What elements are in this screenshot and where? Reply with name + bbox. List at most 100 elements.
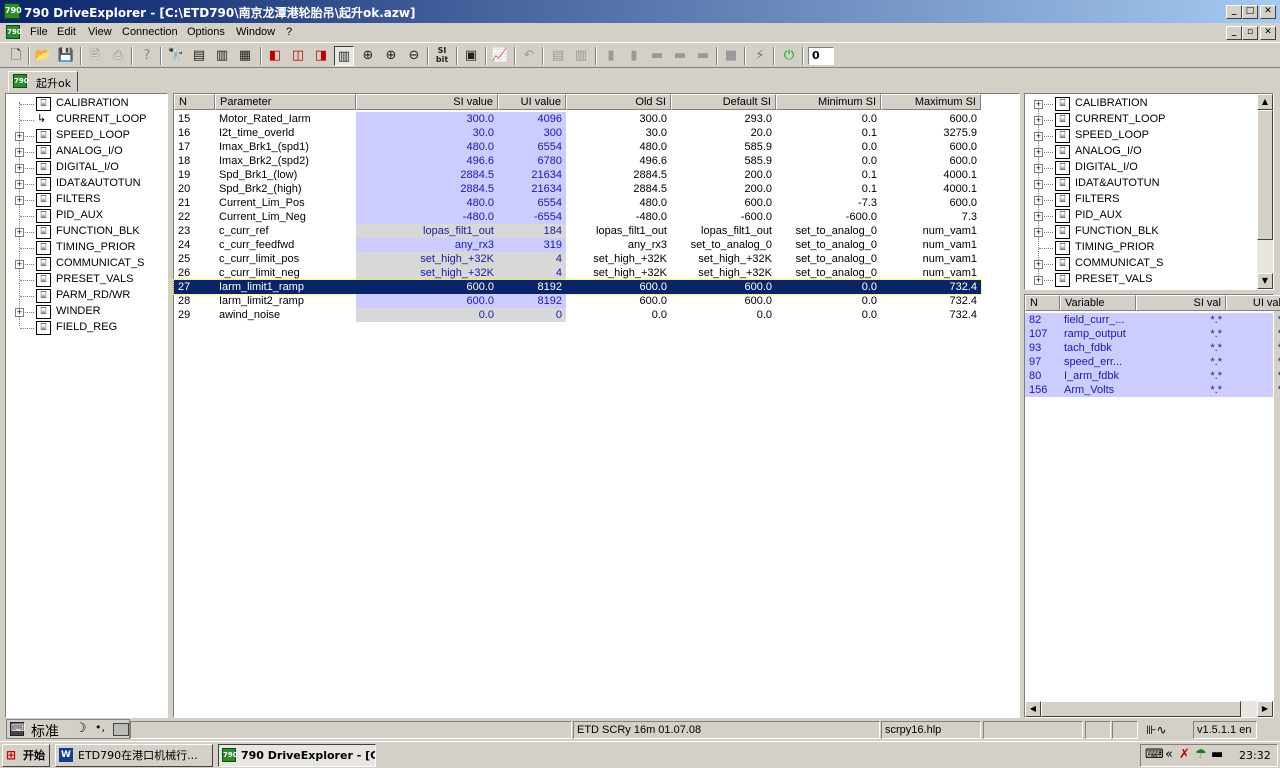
tree-item-function-blk[interactable]: + ⌸ FUNCTION_BLK <box>6 224 166 240</box>
undo-icon[interactable]: ↶ <box>519 46 539 66</box>
tree-item-idat-autotun[interactable]: + ⌸ IDAT&AUTOTUN <box>6 176 166 192</box>
help-icon[interactable]: ? <box>137 46 157 66</box>
tree-item-analog-i-o[interactable]: + ⌸ ANALOG_I/O <box>6 144 166 160</box>
ime-punct-icon[interactable]: •, <box>95 721 105 734</box>
cell-si[interactable]: any_rx3 <box>356 238 498 252</box>
cell-si[interactable]: 600.0 <box>356 294 498 308</box>
table-row[interactable]: 107 ramp_output *.* * <box>1025 327 1280 341</box>
mdi-close-button[interactable]: ✕ <box>1260 26 1276 40</box>
expand-icon[interactable]: + <box>1034 260 1043 269</box>
tree-item-current-loop[interactable]: ↳ CURRENT_LOOP <box>6 112 166 128</box>
zoom-out-icon[interactable]: ⊖ <box>404 46 424 66</box>
table-row[interactable]: 97 speed_err... *.* * <box>1025 355 1280 369</box>
rtree-item-digital-i-o[interactable]: + ⌸ DIGITAL_I/O <box>1025 160 1255 176</box>
table-row[interactable]: 28 Iarm_limit2_ramp 600.0 8192 600.0 600.0 0.0… <box>174 294 981 308</box>
column-header-si-value[interactable]: SI value <box>356 94 498 110</box>
expand-icon[interactable]: + <box>15 164 24 173</box>
display-icon[interactable]: ▬ <box>1211 747 1223 762</box>
rtree-item-idat-autotun[interactable]: + ⌸ IDAT&AUTOTUN <box>1025 176 1255 192</box>
expand-icon[interactable]: + <box>15 180 24 189</box>
cell-ui[interactable]: 8192 <box>498 294 566 308</box>
tree-item-speed-loop[interactable]: + ⌸ SPEED_LOOP <box>6 128 166 144</box>
cell-si[interactable]: 2884.5 <box>356 182 498 196</box>
cell-ui[interactable]: 4 <box>498 266 566 280</box>
expand-icon[interactable]: + <box>1034 276 1043 285</box>
table-row[interactable]: 21 Current_Lim_Pos 480.0 6554 480.0 600.0 -7.3… <box>174 196 981 210</box>
zoom-icon[interactable]: ⊕ <box>358 46 378 66</box>
expand-icon[interactable]: + <box>1034 164 1043 173</box>
menu-help[interactable]: ? <box>286 26 292 38</box>
table-row[interactable]: 22 Current_Lim_Neg -480.0 -6554 -480.0 -600.0… <box>174 210 981 224</box>
table-row[interactable]: 156 Arm_Volts *.* * <box>1025 383 1280 397</box>
close-button[interactable]: ✕ <box>1260 5 1276 19</box>
power-icon[interactable]: ⏻ <box>779 46 799 66</box>
table-row[interactable]: 19 Spd_Brk1_(low) 2884.5 21634 2884.5 200.0 0.… <box>174 168 981 182</box>
table-row[interactable]: 29 awind_noise 0.0 0 0.0 0.0 0.0 732.4 <box>174 308 981 322</box>
column-header-default-si[interactable]: Default SI <box>671 94 776 110</box>
new-file-icon[interactable]: 🗋 <box>6 46 26 66</box>
drive-write-icon[interactable]: ▮ <box>624 46 644 66</box>
column-header-n[interactable]: N <box>1025 295 1060 311</box>
cell-ui[interactable]: 6554 <box>498 140 566 154</box>
drive-c-icon[interactable]: ▬ <box>693 46 713 66</box>
cell-si[interactable]: 30.0 <box>356 126 498 140</box>
scroll-down-button[interactable]: ▼ <box>1257 273 1273 289</box>
mdi-minimize-button[interactable]: _ <box>1226 26 1242 40</box>
tree-item-preset-vals[interactable]: ⌸ PRESET_VALS <box>6 272 166 288</box>
column-header-parameter[interactable]: Parameter <box>215 94 356 110</box>
table-row[interactable]: 27 Iarm_limit1_ramp 600.0 8192 600.0 600.0 0.0… <box>173 279 982 295</box>
softkeyboard-icon[interactable] <box>113 723 129 736</box>
scroll-left-button[interactable]: ◀ <box>1025 701 1041 717</box>
counter-field[interactable]: 0 <box>808 47 834 65</box>
app-icon[interactable]: 790 <box>4 3 22 19</box>
menu-view[interactable]: View <box>88 26 112 38</box>
si-unit-icon[interactable]: SI bit <box>432 46 452 66</box>
cell-si[interactable]: lopas_filt1_out <box>356 224 498 238</box>
cell-si[interactable]: 0.0 <box>356 308 498 322</box>
column-header-maximum-si[interactable]: Maximum SI <box>881 94 981 110</box>
scroll-thumb[interactable] <box>1257 110 1273 240</box>
cell-si[interactable]: 600.0 <box>356 280 498 294</box>
open-folder-icon[interactable]: 📂 <box>33 46 53 66</box>
compare-icon[interactable]: ▦ <box>235 46 255 66</box>
rtree-item-preset-vals[interactable]: + ⌸ PRESET_VALS <box>1025 272 1255 288</box>
menu-file[interactable]: File <box>30 26 48 38</box>
tree-item-timing-prior[interactable]: ⌸ TIMING_PRIOR <box>6 240 166 256</box>
cell-si[interactable]: 480.0 <box>356 196 498 210</box>
lightning-icon[interactable]: ⚡ <box>750 46 770 66</box>
cell-ui[interactable]: 8192 <box>498 280 566 294</box>
menu-options[interactable]: Options <box>187 26 225 38</box>
table-row[interactable]: 82 field_curr_... *.* * <box>1025 313 1280 327</box>
cell-ui[interactable]: 319 <box>498 238 566 252</box>
cell-ui[interactable]: 21634 <box>498 182 566 196</box>
horizontal-scrollbar[interactable]: ◀ ▶ <box>1025 701 1273 717</box>
column-header-old-si[interactable]: Old SI <box>566 94 671 110</box>
tree-item-pid-aux[interactable]: ⌸ PID_AUX <box>6 208 166 224</box>
layout-split-icon[interactable]: ◫ <box>288 46 308 66</box>
find-param-icon[interactable]: ▤ <box>189 46 209 66</box>
scroll-right-button[interactable]: ▶ <box>1257 701 1273 717</box>
doc-icon[interactable]: 790 <box>6 25 22 39</box>
layout-grid-icon[interactable]: ▥ <box>334 46 354 66</box>
tree-item-field-reg[interactable]: ⌸ FIELD_REG <box>6 320 166 336</box>
keyboard-icon[interactable]: ⌨ <box>10 722 25 736</box>
start-button[interactable]: ⊞ 开始 <box>2 744 50 767</box>
find-var-icon[interactable]: ▥ <box>212 46 232 66</box>
column-header-minimum-si[interactable]: Minimum SI <box>776 94 881 110</box>
binoculars-icon[interactable]: 🔭 <box>166 46 186 66</box>
column-header-ui-val[interactable]: UI val <box>1226 295 1280 311</box>
cell-ui[interactable]: 184 <box>498 224 566 238</box>
chart-icon[interactable]: 📈 <box>490 46 510 66</box>
cell-ui[interactable]: 6554 <box>498 196 566 210</box>
cell-si[interactable]: 480.0 <box>356 140 498 154</box>
menu-connection[interactable]: Connection <box>122 26 178 38</box>
tree-item-parm-rd-wr[interactable]: ⌸ PARM_RD/WR <box>6 288 166 304</box>
expand-icon[interactable]: + <box>1034 100 1043 109</box>
rtree-item-filters[interactable]: + ⌸ FILTERS <box>1025 192 1255 208</box>
expand-icon[interactable]: + <box>15 196 24 205</box>
download-icon[interactable]: ▥ <box>571 46 591 66</box>
cell-si[interactable]: -480.0 <box>356 210 498 224</box>
expand-icon[interactable]: + <box>15 260 24 269</box>
cell-ui[interactable]: 6780 <box>498 154 566 168</box>
tree-item-communicat-s[interactable]: + ⌸ COMMUNICAT_S <box>6 256 166 272</box>
